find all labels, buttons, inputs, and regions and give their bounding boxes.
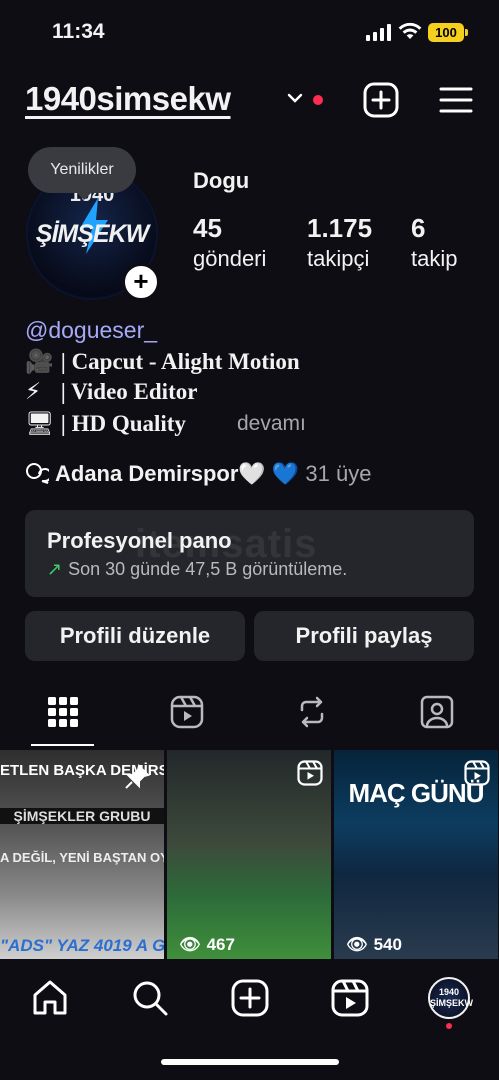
edit-profile-button[interactable]: Profili düzenle — [25, 611, 245, 661]
post-text: "ADS" YAZ 4019 A G — [0, 936, 164, 955]
wifi-icon — [398, 22, 422, 39]
followers-label: takipçi — [307, 246, 370, 271]
post-text: ŞİMŞEKLER GRUBU — [0, 808, 164, 824]
news-tooltip[interactable]: Yenilikler — [28, 147, 136, 200]
posts-count: 45 — [193, 213, 222, 243]
community-name: Adana Demirspor🤍 💙 — [55, 461, 300, 486]
camera-emoji: 🎥 — [25, 349, 54, 375]
chevron-down-icon[interactable] — [287, 92, 303, 106]
bio-text: | Capcut - Alight Motion — [60, 349, 300, 374]
dashboard-views-text: Son 30 günde 47,5 B görüntüleme. — [68, 559, 348, 579]
following-count: 6 — [411, 213, 426, 243]
cellular-signal-icon — [366, 24, 392, 41]
community-members: 31 üye — [305, 461, 372, 486]
grid-post-1[interactable]: ETLEN BAŞKA DEMİRSPOR ŞİMŞEKLER GRUBU A … — [0, 750, 164, 959]
following-label: takip — [411, 246, 458, 271]
bio-text: | Video Editor — [60, 379, 198, 404]
nav-avatar-name: ŞİMŞEKW — [430, 998, 474, 1008]
bio-line-1: 🎥 | Capcut - Alight Motion — [25, 348, 300, 375]
status-time: 11:34 — [52, 20, 105, 43]
profile-nav-avatar[interactable]: 1940 ŞİMŞEKW — [428, 977, 474, 1019]
grid-post-3[interactable]: MAÇ GÜNÜ 👁 540 — [334, 750, 498, 959]
active-tab-indicator — [31, 744, 94, 746]
followers-count: 1.175 — [307, 213, 373, 243]
posts-stat[interactable]: 45 gönderi — [193, 213, 266, 272]
create-post-icon[interactable] — [363, 82, 399, 118]
bio-line-2: ⚡ | Video Editor — [25, 379, 197, 405]
home-icon[interactable] — [30, 978, 70, 1018]
share-profile-button[interactable]: Profili paylaş — [254, 611, 474, 661]
notification-dot — [313, 95, 323, 105]
username-switcher[interactable]: 1940simsekw — [25, 80, 231, 118]
profile-notification-dot — [446, 1023, 452, 1029]
eye-icon: 👁 — [346, 935, 368, 954]
followers-stat[interactable]: 1.175 takipçi — [307, 213, 372, 272]
tagged-tab-icon[interactable] — [419, 694, 455, 730]
search-icon[interactable] — [130, 978, 170, 1018]
pin-icon — [125, 764, 150, 789]
chat-bubbles-icon — [26, 463, 52, 484]
eye-icon: 👁 — [179, 935, 201, 954]
views-count: 👁 540 — [346, 935, 402, 955]
menu-icon[interactable] — [438, 82, 474, 118]
bio-text: | HD Quality — [60, 411, 186, 436]
community-chat-link[interactable]: Adana Demirspor🤍 💙 31 üye — [25, 461, 371, 487]
computer-emoji: 🖥 — [25, 411, 55, 437]
battery-cap — [465, 29, 468, 36]
grid-post-2[interactable]: 👁 467 — [167, 750, 331, 959]
dashboard-title: Profesyonel pano — [47, 528, 232, 553]
avatar-name-text: ŞİMŞEKW — [35, 220, 149, 248]
lightning-emoji: ⚡ — [25, 379, 42, 405]
create-icon[interactable] — [230, 978, 270, 1018]
dashboard-subtitle: ↗ Son 30 günde 47,5 B görüntüleme. — [47, 559, 347, 580]
threads-handle-link[interactable]: @dogueser_ — [25, 317, 157, 344]
home-indicator[interactable] — [161, 1059, 339, 1065]
bio-more-link[interactable]: devamı — [237, 412, 306, 436]
reels-tab-icon[interactable] — [169, 694, 205, 730]
add-story-button[interactable]: + — [122, 263, 160, 301]
reposts-tab-icon[interactable] — [294, 694, 330, 730]
display-name: Dogu — [193, 168, 250, 193]
professional-dashboard[interactable]: itemsatis Profesyonel pano ↗ Son 30 günde… — [25, 510, 474, 597]
nav-avatar-year: 1940 — [438, 987, 460, 997]
reel-icon — [297, 760, 323, 786]
following-stat[interactable]: 6 takip — [411, 213, 457, 272]
views-count: 👁 467 — [179, 935, 235, 955]
bio-line-3: 🖥 | HD Quality — [25, 410, 186, 437]
posts-label: gönderi — [193, 246, 267, 271]
battery-icon: 100 — [428, 23, 464, 42]
reel-icon — [464, 760, 490, 786]
trend-arrow-icon: ↗ — [47, 559, 63, 579]
grid-tab-icon[interactable] — [45, 694, 81, 730]
reels-nav-icon[interactable] — [330, 978, 370, 1018]
views-value: 467 — [206, 935, 235, 954]
post-text: A DEĞİL, YENİ BAŞTAN OY — [0, 850, 164, 865]
views-value: 540 — [373, 935, 402, 954]
